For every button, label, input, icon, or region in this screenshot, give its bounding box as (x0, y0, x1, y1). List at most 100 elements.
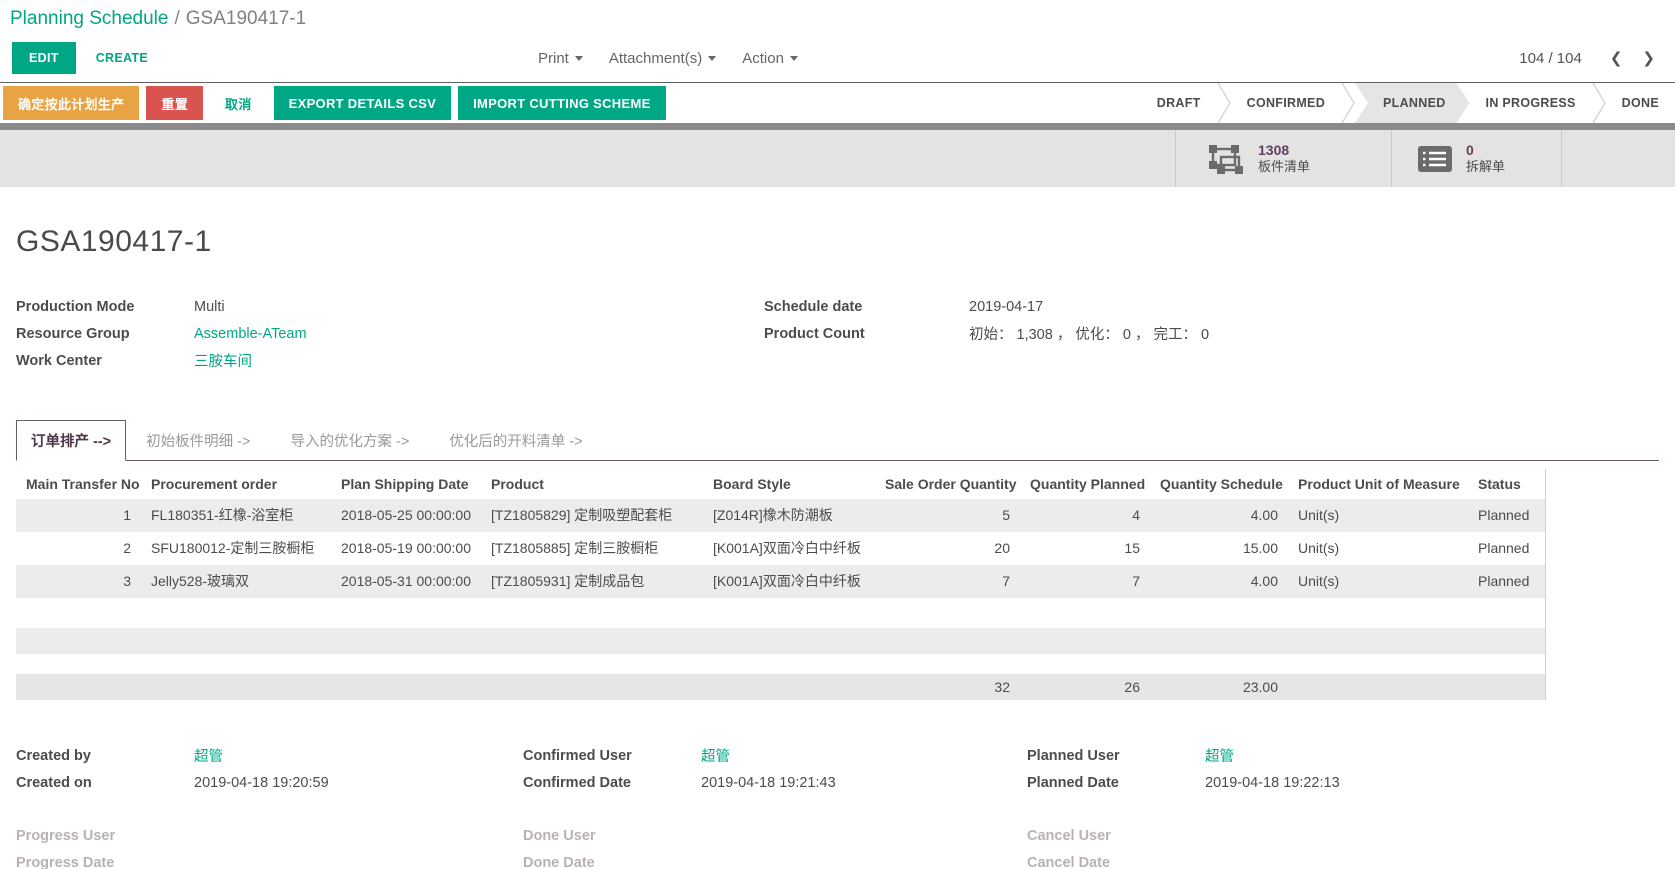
table-totals-row: 32 26 23.00 (16, 674, 1545, 700)
cell-procurement-order: FL180351-红橡-浴室柜 (141, 499, 331, 532)
tab-imported-optimization[interactable]: 导入的优化方案 -> (270, 421, 429, 460)
col-board-style[interactable]: Board Style (703, 469, 875, 499)
record-menus: Print Attachment(s) Action (538, 34, 798, 82)
cancel-date-label: Cancel Date (1027, 855, 1205, 869)
confirmed-date-value: 2019-04-18 19:21:43 (701, 775, 836, 791)
schedule-date-label: Schedule date (764, 299, 969, 315)
col-procurement-order[interactable]: Procurement order (141, 469, 331, 499)
cancel-button[interactable]: 取消 (210, 86, 267, 120)
print-menu[interactable]: Print (538, 50, 583, 67)
cancel-fields: Cancel User Cancel Date (1027, 822, 1675, 869)
attachments-menu-label: Attachment(s) (609, 50, 702, 67)
cell-plan-shipping-date: 2018-05-25 00:00:00 (331, 499, 481, 532)
status-step-done[interactable]: DONE (1606, 83, 1675, 123)
cell-plan-shipping-date: 2018-05-19 00:00:00 (331, 532, 481, 565)
audit-column-planned: Planned User超管 Planned Date2019-04-18 19… (1027, 742, 1675, 869)
pager-previous-icon[interactable]: ❮ (1604, 49, 1629, 67)
work-center-value[interactable]: 三胺车间 (194, 350, 252, 371)
resource-group-label: Resource Group (16, 326, 194, 342)
export-details-csv-button[interactable]: EXPORT DETAILS CSV (274, 86, 451, 120)
cell-status: Planned (1468, 565, 1545, 598)
planned-user-value[interactable]: 超管 (1205, 745, 1234, 766)
done-user-label: Done User (523, 828, 701, 844)
breadcrumb-parent-link[interactable]: Planning Schedule (10, 8, 168, 29)
action-menu-label: Action (742, 50, 784, 67)
record-title: GSA190417-1 (16, 225, 1675, 259)
col-quantity-planned[interactable]: Quantity Planned (1020, 469, 1150, 499)
product-count-value: 初始： 1,308 ， 优化： 0 ， 完工： 0 (969, 323, 1209, 344)
cell-quantity-schedule: 15.00 (1150, 532, 1288, 565)
total-sale-order-quantity: 32 (875, 674, 1020, 700)
action-menu[interactable]: Action (742, 50, 798, 67)
planned-date-label: Planned Date (1027, 775, 1205, 791)
col-main-transfer-no[interactable]: Main Transfer No (16, 469, 141, 499)
board-list-count: 1308 (1258, 142, 1310, 160)
cell-product-uom: Unit(s) (1288, 499, 1468, 532)
table-empty-row[interactable] (16, 628, 1545, 654)
progress-fields: Progress User Progress Date (16, 822, 523, 869)
reset-button[interactable]: 重置 (146, 86, 203, 120)
cell-board-style: [Z014R]橡木防潮板 (703, 499, 875, 532)
progress-date-label: Progress Date (16, 855, 194, 869)
attachments-menu[interactable]: Attachment(s) (609, 50, 716, 67)
control-panel: EDIT CREATE Print Attachment(s) Action 1… (0, 34, 1675, 82)
cell-plan-shipping-date: 2018-05-31 00:00:00 (331, 565, 481, 598)
cell-product-uom: Unit(s) (1288, 565, 1468, 598)
edit-button[interactable]: EDIT (12, 42, 76, 74)
status-step-confirmed[interactable]: CONFIRMED (1231, 83, 1341, 123)
import-cutting-scheme-button[interactable]: IMPORT CUTTING SCHEME (458, 86, 665, 120)
chevron-down-icon (575, 56, 583, 61)
stat-band-spacer (1562, 130, 1675, 187)
table-row[interactable]: 1 FL180351-红橡-浴室柜 2018-05-25 00:00:00 [T… (16, 499, 1545, 532)
total-quantity-planned: 26 (1020, 674, 1150, 700)
breadcrumb: Planning Schedule/GSA190417-1 (0, 0, 1675, 34)
col-product[interactable]: Product (481, 469, 703, 499)
resource-group-value[interactable]: Assemble-ATeam (194, 326, 307, 342)
col-plan-shipping-date[interactable]: Plan Shipping Date (331, 469, 481, 499)
board-list-stat-button[interactable]: 1308 板件清单 (1175, 130, 1391, 187)
breadcrumb-separator: / (174, 8, 179, 29)
col-status[interactable]: Status (1468, 469, 1545, 499)
cell-status: Planned (1468, 532, 1545, 565)
confirm-production-button[interactable]: 确定按此计划生产 (3, 86, 139, 120)
create-button[interactable]: CREATE (96, 51, 148, 65)
disassembly-stat-button[interactable]: 0 拆解单 (1391, 130, 1562, 187)
stat-band: 1308 板件清单 0 拆解单 (0, 130, 1675, 187)
cell-board-style: [K001A]双面冷白中纤板 (703, 565, 875, 598)
col-product-uom[interactable]: Product Unit of Measure (1288, 469, 1468, 499)
table-row[interactable]: 3 Jelly528-玻璃双 2018-05-31 00:00:00 [TZ18… (16, 565, 1545, 598)
table-row[interactable]: 2 SFU180012-定制三胺橱柜 2018-05-19 00:00:00 [… (16, 532, 1545, 565)
cell-quantity-planned: 7 (1020, 565, 1150, 598)
table-spacer-row (16, 654, 1545, 674)
chevron-down-icon (790, 56, 798, 61)
tab-optimized-cutting-list[interactable]: 优化后的开料清单 -> (429, 421, 602, 460)
production-mode-value: Multi (194, 299, 225, 315)
cell-sale-order-quantity: 5 (875, 499, 1020, 532)
status-step-in-progress[interactable]: IN PROGRESS (1470, 83, 1592, 123)
col-sale-order-quantity[interactable]: Sale Order Quantity (875, 469, 1020, 499)
cell-procurement-order: SFU180012-定制三胺橱柜 (141, 532, 331, 565)
status-step-draft[interactable]: DRAFT (1141, 83, 1217, 123)
form-sheet: GSA190417-1 Production ModeMulti Resourc… (0, 225, 1675, 869)
field-group-right: Schedule date2019-04-17 Product Count初始：… (764, 293, 1675, 374)
total-quantity-schedule: 23.00 (1150, 674, 1288, 700)
table-header-row: Main Transfer No Procurement order Plan … (16, 469, 1545, 499)
cell-product: [TZ1805885] 定制三胺橱柜 (481, 532, 703, 565)
record-pager: 104 / 104 ❮ ❯ (1519, 34, 1661, 82)
confirmed-user-label: Confirmed User (523, 748, 701, 764)
divider (0, 123, 1675, 130)
planned-date-value: 2019-04-18 19:22:13 (1205, 775, 1340, 791)
tab-order-scheduling[interactable]: 订单排产 --> (16, 420, 126, 461)
cell-main-transfer-no: 3 (16, 565, 141, 598)
created-by-value[interactable]: 超管 (194, 745, 223, 766)
audit-column-created: Created by超管 Created on2019-04-18 19:20:… (16, 742, 523, 869)
pager-next-icon[interactable]: ❯ (1636, 49, 1661, 67)
table-empty-row[interactable] (16, 598, 1545, 628)
status-step-planned[interactable]: PLANNED (1355, 83, 1470, 123)
col-quantity-schedule[interactable]: Quantity Schedule (1150, 469, 1288, 499)
tab-initial-board-detail[interactable]: 初始板件明细 -> (126, 421, 270, 460)
cell-product: [TZ1805829] 定制吸塑配套柜 (481, 499, 703, 532)
cell-status: Planned (1468, 499, 1545, 532)
done-date-label: Done Date (523, 855, 701, 869)
confirmed-user-value[interactable]: 超管 (701, 745, 730, 766)
